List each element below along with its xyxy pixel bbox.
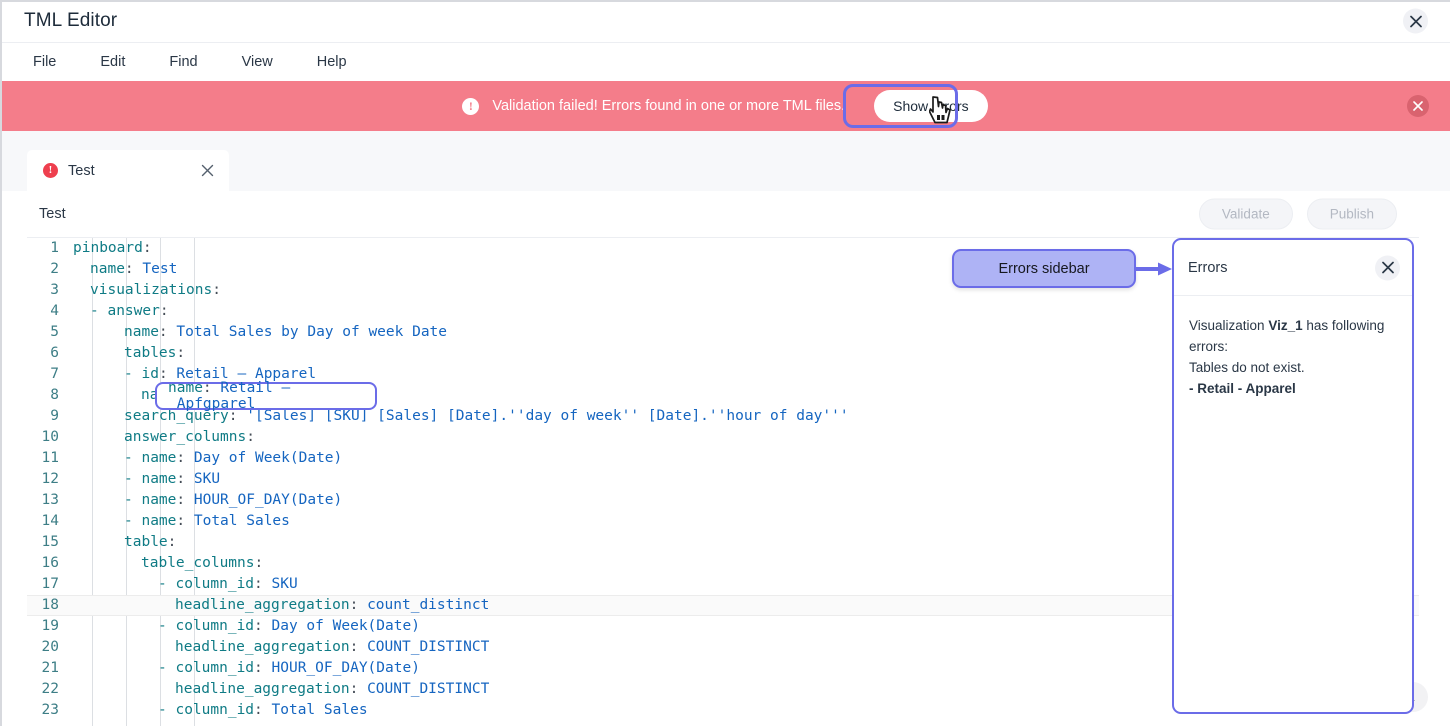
menu-item-file[interactable]: File — [33, 50, 56, 74]
errors-item-text: - Retail - Apparel — [1189, 381, 1296, 396]
menu-item-help[interactable]: Help — [317, 50, 347, 74]
editor-actions: Validate Publish — [1199, 199, 1397, 230]
errors-detail: Tables do not exist. — [1189, 358, 1397, 379]
line-number: 13 — [27, 490, 73, 511]
errors-summary: Visualization Viz_1 has following errors… — [1189, 316, 1397, 358]
errors-sidebar-callout: Errors sidebar — [952, 249, 1136, 288]
close-icon — [201, 164, 214, 177]
line-number: 9 — [27, 406, 73, 427]
line-number: 12 — [27, 469, 73, 490]
line-number: 15 — [27, 532, 73, 553]
line-number: 16 — [27, 553, 73, 574]
line-number: 8 — [27, 385, 73, 406]
tml-editor-window: TML Editor File Edit Find View Help ! Va… — [0, 0, 1450, 726]
line-number: 21 — [27, 658, 73, 679]
errors-panel-header: Errors — [1174, 240, 1412, 296]
line-number: 7 — [27, 364, 73, 385]
line-8-highlight-text: name: Retail – Apfgparel — [168, 380, 375, 412]
banner-message: Validation failed! Errors found in one o… — [492, 98, 845, 114]
line-number: 20 — [27, 637, 73, 658]
line-number: 2 — [27, 259, 73, 280]
line-number: 10 — [27, 427, 73, 448]
callout-label: Errors sidebar — [998, 261, 1089, 277]
publish-button[interactable]: Publish — [1307, 199, 1397, 230]
errors-sidebar-panel: Errors Visualization Viz_1 has following… — [1172, 238, 1414, 714]
line-number: 11 — [27, 448, 73, 469]
validation-error-banner: ! Validation failed! Errors found in one… — [0, 81, 1450, 131]
close-icon — [1382, 262, 1394, 274]
line-number: 3 — [27, 280, 73, 301]
arrow-right-icon — [1136, 261, 1174, 277]
editor-file-name: Test — [39, 206, 66, 222]
errors-panel-title: Errors — [1188, 260, 1227, 276]
line-number: 19 — [27, 616, 73, 637]
tab-close-button[interactable] — [201, 164, 215, 178]
errors-item: - Retail - Apparel — [1189, 379, 1397, 400]
errors-viz-name: Viz_1 — [1268, 318, 1302, 333]
errors-summary-prefix: Visualization — [1189, 318, 1268, 333]
menu-item-find[interactable]: Find — [169, 50, 197, 74]
line-8-highlight-box: name: Retail – Apfgparel — [155, 382, 377, 410]
line-number: 4 — [27, 301, 73, 322]
menu-bar: File Edit Find View Help — [0, 43, 1450, 81]
validate-button[interactable]: Validate — [1199, 199, 1293, 230]
exclamation-circle-icon: ! — [462, 98, 479, 115]
editor-header: Test Validate Publish — [27, 191, 1419, 238]
page-title: TML Editor — [24, 10, 117, 32]
errors-panel-body: Visualization Viz_1 has following errors… — [1174, 296, 1412, 420]
line-number: 5 — [27, 322, 73, 343]
window-close-button[interactable] — [1403, 9, 1428, 34]
line-number: 1 — [27, 238, 73, 259]
line-number: 14 — [27, 511, 73, 532]
tab-test[interactable]: ! Test — [27, 150, 229, 191]
banner-content: ! Validation failed! Errors found in one… — [462, 90, 987, 122]
errors-panel-close-button[interactable] — [1375, 255, 1400, 280]
menu-item-edit[interactable]: Edit — [100, 50, 125, 74]
exclamation-circle-icon: ! — [43, 163, 58, 178]
line-number: 18 — [27, 595, 73, 616]
banner-close-button[interactable] — [1407, 95, 1429, 117]
title-bar: TML Editor — [0, 0, 1450, 43]
close-icon — [1413, 101, 1423, 111]
tab-label: Test — [68, 163, 95, 179]
show-errors-button[interactable]: Show errors — [874, 90, 987, 122]
line-number: 17 — [27, 574, 73, 595]
menu-item-view[interactable]: View — [242, 50, 273, 74]
line-number: 23 — [27, 700, 73, 721]
close-icon — [1410, 15, 1422, 27]
line-number: 22 — [27, 679, 73, 700]
line-number: 6 — [27, 343, 73, 364]
